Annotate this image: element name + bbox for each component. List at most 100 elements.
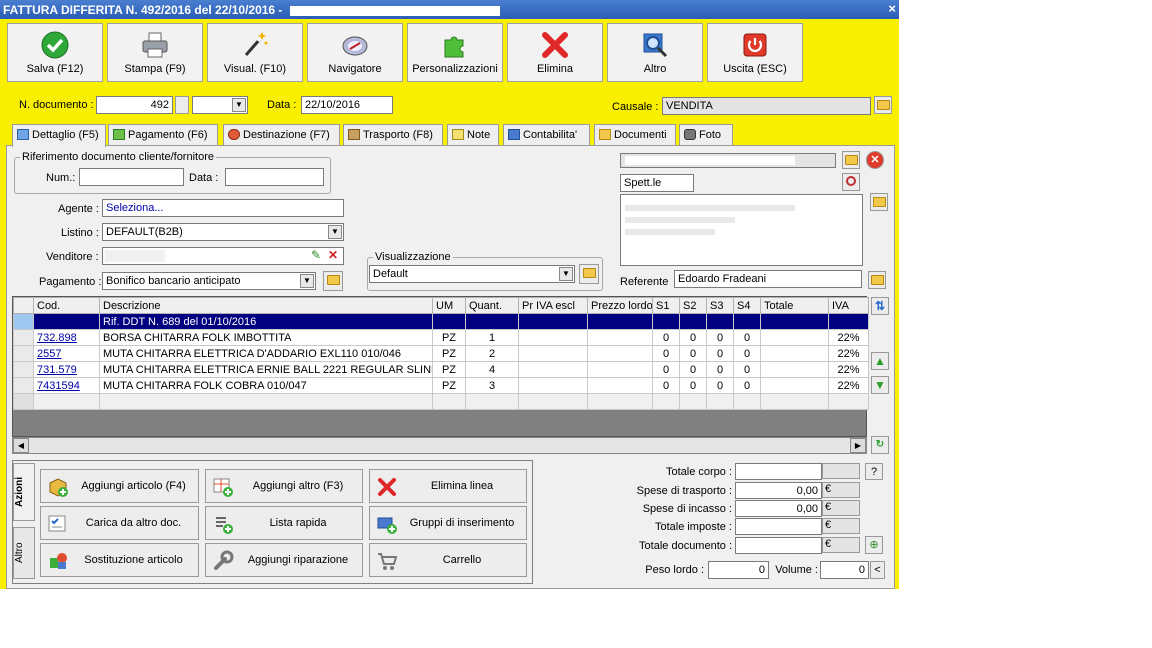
col-header[interactable]: Prezzo lordo (587, 297, 653, 314)
customer-code-input[interactable] (620, 153, 836, 168)
tab-documenti[interactable]: Documenti (594, 124, 676, 146)
table-row[interactable]: 2557 MUTA CHITARRA ELETTRICA D'ADDARIO E… (13, 345, 869, 362)
help-button[interactable]: ? (865, 463, 883, 480)
article-code-link[interactable]: 732.898 (33, 329, 100, 346)
tab-pagamento[interactable]: Pagamento (F6) (108, 124, 218, 146)
tab-contabilita[interactable]: Contabilita' (503, 124, 590, 146)
move-down-icon[interactable]: ▼ (871, 376, 889, 394)
table-row[interactable]: 7431594 MUTA CHITARRA FOLK COBRA 010/047… (13, 377, 869, 394)
referent-folder-button[interactable] (868, 271, 886, 289)
navigator-button[interactable]: Navigatore (307, 23, 403, 82)
col-header[interactable]: S3 (706, 297, 734, 314)
view-select[interactable]: Default ▼ (369, 265, 575, 283)
customize-button[interactable]: Personalizzazioni (407, 23, 503, 82)
agent-input[interactable]: Seleziona... (102, 199, 344, 217)
causale-input[interactable]: VENDITA (662, 97, 871, 115)
sort-arrows-icon[interactable]: ⇅ (871, 297, 889, 315)
article-code-link[interactable]: 2557 (33, 345, 100, 362)
doc-number-input[interactable]: 492 (96, 96, 173, 114)
exit-button[interactable]: Uscita (ESC) (707, 23, 803, 82)
clear-x-icon[interactable]: ✕ (328, 248, 338, 262)
scroll-right-icon[interactable]: ▶ (850, 438, 866, 453)
address-folder-button[interactable] (870, 193, 888, 211)
refresh-icon[interactable]: ↻ (871, 436, 889, 454)
delete-line-button[interactable]: Elimina linea (369, 469, 527, 503)
col-header[interactable]: S4 (733, 297, 761, 314)
save-button[interactable]: Salva (F12) (7, 23, 103, 82)
insert-groups-button[interactable]: Gruppi di inserimento (369, 506, 527, 540)
doc-number-spin-button[interactable] (175, 96, 189, 114)
customer-title-input[interactable]: Spett.le (620, 174, 694, 192)
view-group-title: Visualizzazione (373, 251, 453, 263)
tab-foto[interactable]: Foto (679, 124, 733, 146)
collection-input[interactable]: 0,00 (735, 500, 822, 517)
print-button[interactable]: Stampa (F9) (107, 23, 203, 82)
table-row-ddt-reference[interactable]: Rif. DDT N. 689 del 01/10/2016 (13, 313, 869, 330)
view-folder-button[interactable] (579, 264, 599, 284)
cart-button[interactable]: Carrello (369, 543, 527, 577)
causale-folder-button[interactable] (874, 96, 892, 114)
grid-horizontal-scrollbar[interactable]: ◀ ▶ (12, 437, 867, 454)
tab-actions[interactable]: Azioni (13, 463, 35, 521)
close-icon[interactable]: × (888, 1, 896, 16)
col-header[interactable]: Descrizione (99, 297, 433, 314)
customer-search-button[interactable] (842, 173, 860, 191)
other-button[interactable]: Altro (607, 23, 703, 82)
quick-list-button[interactable]: Lista rapida (205, 506, 363, 540)
redacted-customer (625, 156, 795, 165)
row-indicator[interactable] (13, 345, 34, 362)
taxes-label: Totale imposte : (654, 521, 732, 533)
load-from-doc-button[interactable]: Carica da altro doc. (40, 506, 199, 540)
col-header[interactable]: Totale (760, 297, 829, 314)
table-row[interactable]: 731.579 MUTA CHITARRA ELETTRICA ERNIE BA… (13, 361, 869, 378)
referent-input[interactable]: Edoardo Fradeani (674, 270, 862, 288)
replace-article-button[interactable]: Sostituzione articolo (40, 543, 199, 577)
tab-other[interactable]: Altro (13, 527, 35, 579)
col-header[interactable]: Quant. (465, 297, 519, 314)
pencil-icon[interactable]: ✎ (311, 248, 321, 262)
volume-input[interactable]: 0 (820, 561, 869, 579)
lines-grid[interactable]: Cod. Descrizione UM Quant. Pr IVA escl P… (12, 296, 869, 437)
less-button[interactable]: < (870, 561, 885, 579)
add-article-button[interactable]: Aggiungi articolo (F4) (40, 469, 199, 503)
col-header[interactable]: S2 (679, 297, 707, 314)
seller-input[interactable]: ✎ ✕ (102, 247, 344, 265)
col-header[interactable]: Cod. (33, 297, 100, 314)
add-repair-button[interactable]: Aggiungi riparazione (205, 543, 363, 577)
doc-series-select[interactable]: ▼ (192, 96, 248, 114)
row-indicator[interactable] (13, 361, 34, 378)
article-code-link[interactable]: 731.579 (33, 361, 100, 378)
customer-address-box[interactable] (620, 194, 863, 266)
tab-destinazione[interactable]: Destinazione (F7) (223, 124, 340, 146)
list-select[interactable]: DEFAULT(B2B) ▼ (102, 223, 344, 241)
tab-note[interactable]: Note (447, 124, 499, 146)
customer-remove-icon[interactable]: ✕ (866, 151, 884, 169)
delete-button[interactable]: Elimina (507, 23, 603, 82)
col-header[interactable]: Pr IVA escl (518, 297, 588, 314)
col-header[interactable]: S1 (652, 297, 680, 314)
payment-folder-button[interactable] (323, 271, 343, 291)
zoom-in-icon[interactable]: ⊕ (865, 536, 883, 554)
payment-select[interactable]: Bonifico bancario anticipato ▼ (102, 272, 316, 290)
customer-folder-button[interactable] (842, 151, 860, 169)
ref-num-input[interactable] (79, 168, 184, 186)
shipping-input[interactable]: 0,00 (735, 482, 822, 499)
row-indicator[interactable] (13, 377, 34, 394)
article-code-link[interactable]: 7431594 (33, 377, 100, 394)
tab-trasporto[interactable]: Trasporto (F8) (343, 124, 443, 146)
tab-dettaglio[interactable]: Dettaglio (F5) (12, 124, 106, 147)
row-indicator[interactable] (13, 329, 34, 346)
col-header[interactable]: IVA (828, 297, 869, 314)
table-row[interactable]: 732.898 BORSA CHITARRA FOLK IMBOTTITA PZ… (13, 329, 869, 346)
scroll-left-icon[interactable]: ◀ (13, 438, 29, 453)
col-header[interactable]: UM (432, 297, 466, 314)
gross-weight-input[interactable]: 0 (708, 561, 769, 579)
row-indicator[interactable] (13, 313, 34, 330)
add-other-button[interactable]: Aggiungi altro (F3) (205, 469, 363, 503)
view-button[interactable]: Visual. (F10) (207, 23, 303, 82)
gross-weight-label: Peso lordo : (645, 564, 704, 576)
date-input[interactable]: 22/10/2016 (301, 96, 393, 114)
grid-icon (17, 129, 29, 140)
ref-date-input[interactable] (225, 168, 324, 186)
move-up-icon[interactable]: ▲ (871, 352, 889, 370)
